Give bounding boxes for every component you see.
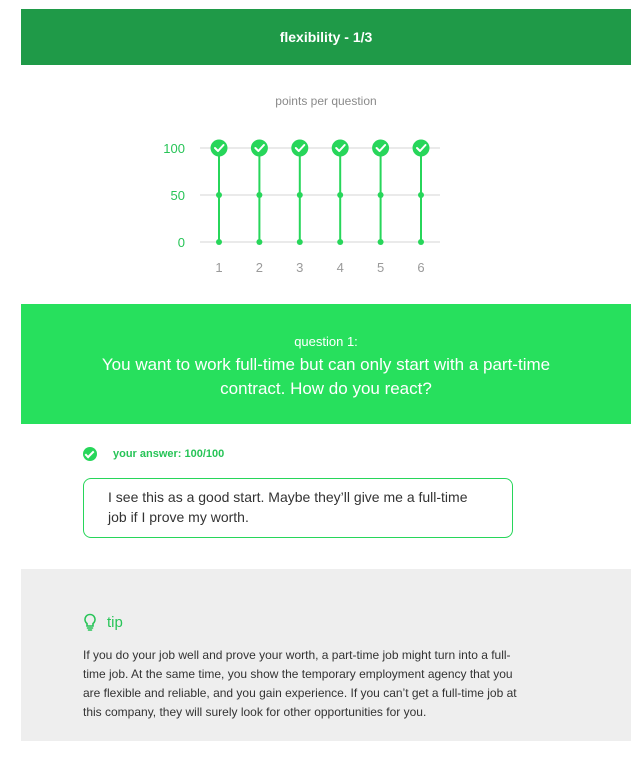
- points-chart: 0 50 100 1 2 3 4 5 6: [163, 139, 440, 275]
- answer-score: your answer: 100/100: [113, 448, 225, 460]
- check-circle-icon: [83, 447, 97, 461]
- y-tick-label: 50: [171, 188, 185, 203]
- x-tick-label: 1: [215, 260, 222, 275]
- x-tick-label: 4: [337, 260, 344, 275]
- question-text: You want to work full-time but can only …: [101, 355, 551, 398]
- grid-dot: [296, 239, 303, 245]
- grid-dot: [256, 239, 263, 245]
- tip-panel: tip If you do your job well and prove yo…: [21, 569, 631, 741]
- tip-header: tip: [83, 613, 123, 631]
- tip-title: tip: [107, 613, 123, 631]
- data-point: [372, 139, 390, 157]
- data-point: [210, 139, 228, 157]
- grid-dot: [216, 239, 222, 245]
- y-tick-label: 100: [163, 141, 185, 156]
- lightbulb-icon: [84, 613, 96, 631]
- x-tick-label: 5: [377, 260, 384, 275]
- data-point: [291, 139, 309, 157]
- x-tick-label: 2: [256, 260, 263, 275]
- grid-dot: [337, 239, 344, 245]
- y-tick-label: 0: [178, 235, 185, 250]
- data-point: [250, 139, 268, 157]
- grid-dot: [418, 239, 424, 245]
- grid-dot: [296, 192, 303, 198]
- question-number: question 1:: [294, 334, 358, 349]
- question-banner: question 1: You want to work full-time b…: [21, 304, 631, 424]
- selected-answer: I see this as a good start. Maybe they’l…: [83, 478, 513, 538]
- grid-dot: [256, 192, 263, 198]
- x-tick-label: 3: [296, 260, 303, 275]
- tip-text: If you do your job well and prove your w…: [83, 648, 517, 719]
- data-point: [331, 139, 349, 157]
- data-point: [412, 139, 430, 157]
- answer-result: your answer: 100/100: [83, 447, 224, 461]
- x-tick-label: 6: [417, 260, 424, 275]
- grid-dot: [377, 192, 384, 198]
- grid-dot: [377, 239, 384, 245]
- grid-dot: [337, 192, 344, 198]
- grid-dot: [216, 192, 222, 198]
- grid-dot: [418, 192, 424, 198]
